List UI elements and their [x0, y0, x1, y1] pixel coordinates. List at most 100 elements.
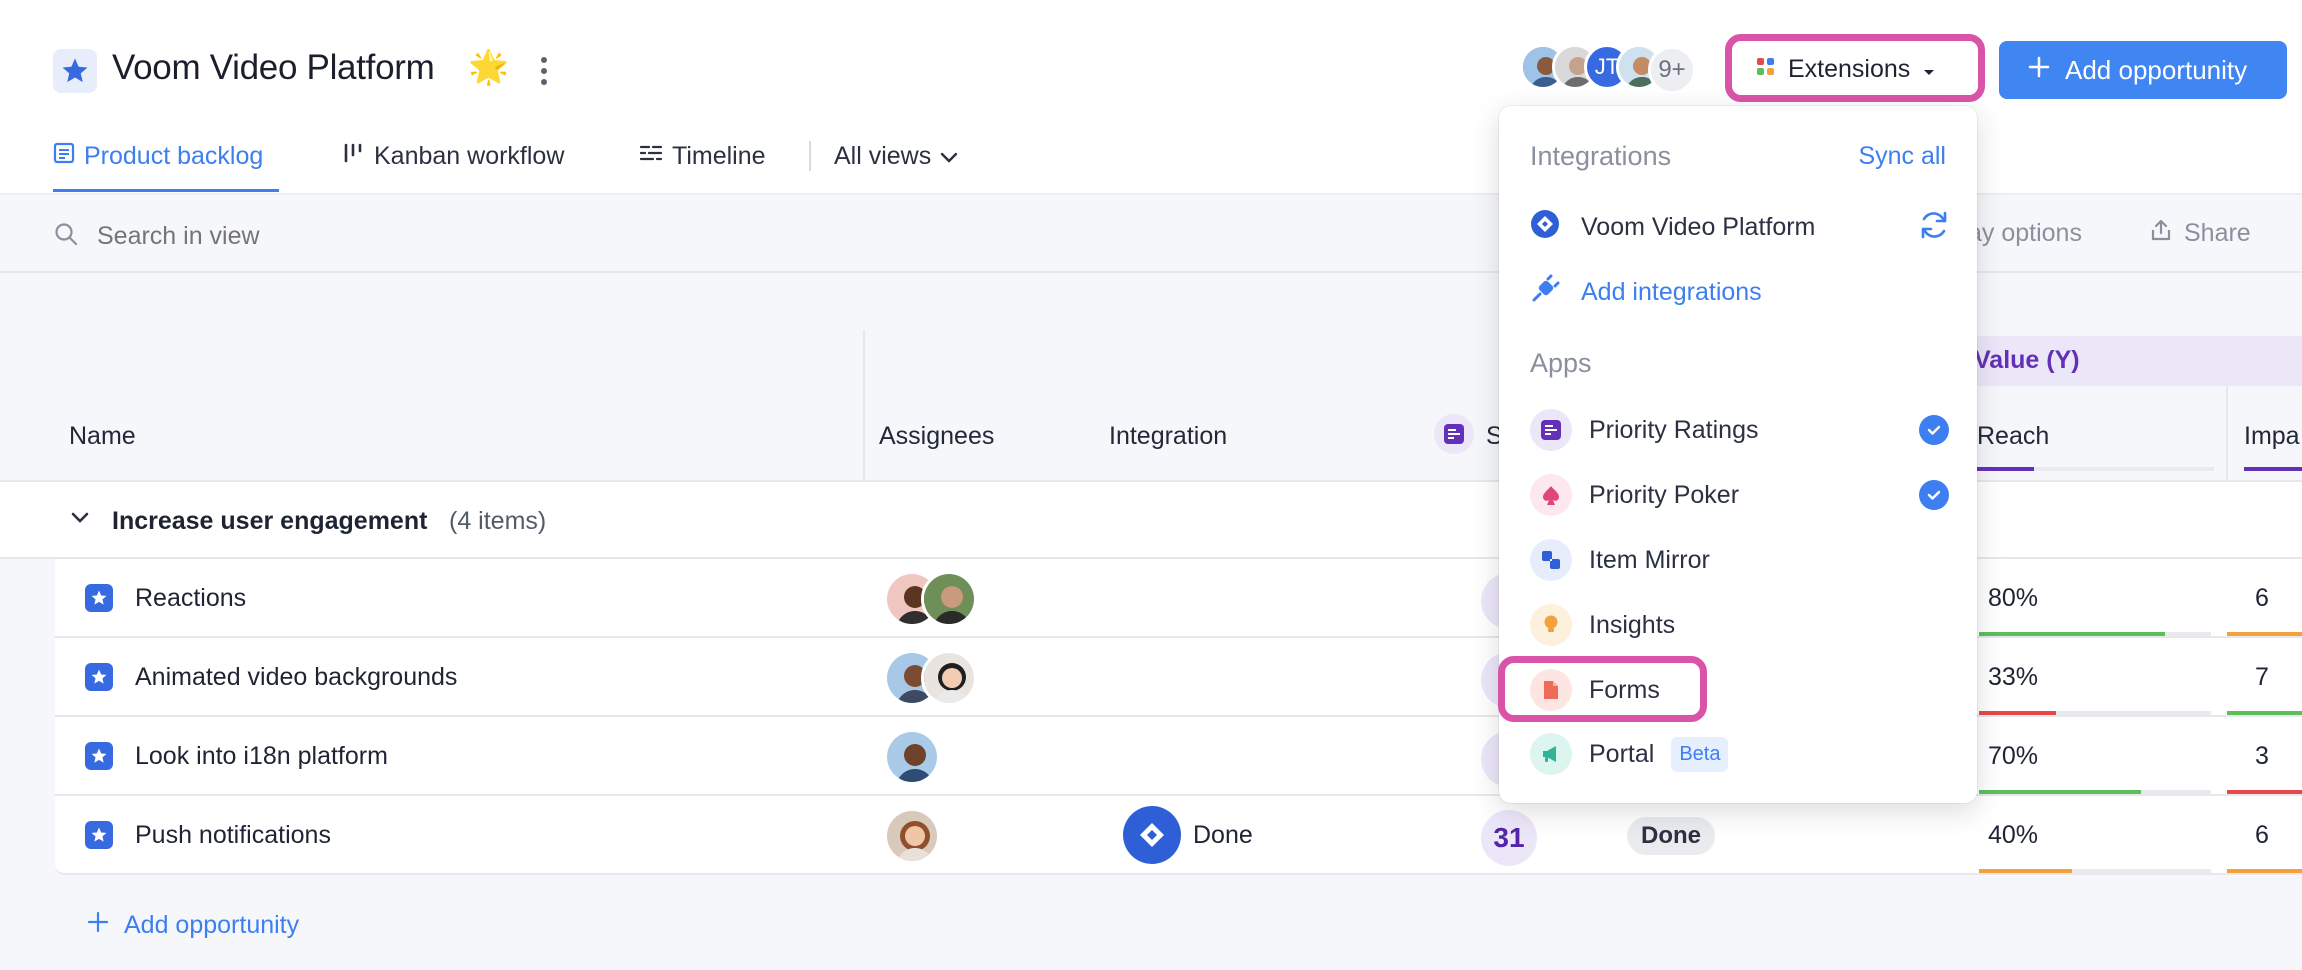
avatar[interactable]	[921, 650, 977, 706]
search-icon	[53, 221, 79, 252]
app-item-item-mirror[interactable]: Item Mirror	[1530, 539, 1710, 581]
row-name[interactable]: Push notifications	[135, 821, 331, 850]
tab-all-views[interactable]: All views	[834, 142, 958, 171]
plug-icon	[1530, 274, 1560, 311]
integration-item[interactable]: Voom Video Platform	[1530, 209, 1815, 246]
impact-bar	[2227, 869, 2302, 873]
app-item-portal[interactable]: Portal Beta	[1530, 733, 1729, 775]
impact-bar	[2227, 790, 2302, 794]
table-icon	[53, 142, 75, 171]
share-icon	[2150, 218, 2172, 249]
group-count: (4 items)	[449, 507, 547, 535]
add-opportunity-link[interactable]: Add opportunity	[86, 910, 299, 941]
star-icon	[85, 821, 113, 849]
add-integrations-label: Add integrations	[1581, 278, 1762, 306]
integrations-heading: Integrations	[1530, 141, 1672, 171]
search-input[interactable]	[97, 218, 597, 254]
sync-all-link[interactable]: Sync all	[1858, 142, 1946, 171]
column-header-name[interactable]: Name	[69, 422, 136, 451]
impact-header-bar	[2244, 467, 2302, 471]
active-tab-indicator	[53, 189, 279, 192]
avatar[interactable]	[884, 729, 940, 785]
add-opportunity-button[interactable]: Add opportunity	[1999, 41, 2287, 99]
app-label: Portal	[1589, 739, 1655, 768]
table-row[interactable]: Push notifications Done 31 Done 40% 6	[55, 796, 2302, 875]
app-item-priority-poker[interactable]: Priority Poker	[1530, 474, 1739, 516]
page-title: Voom Video Platform	[112, 48, 435, 87]
extensions-highlight-ring	[1725, 34, 1985, 102]
add-opportunity-label: Add opportunity	[124, 911, 300, 939]
tab-product-backlog[interactable]: Product backlog	[53, 142, 263, 171]
row-name[interactable]: Animated video backgrounds	[135, 663, 457, 692]
column-header-reach[interactable]: Reach	[1977, 422, 2049, 451]
share-label: Share	[2184, 219, 2251, 247]
timeline-icon	[639, 142, 663, 171]
app-item-insights[interactable]: Insights	[1530, 604, 1675, 646]
tab-timeline[interactable]: Timeline	[639, 142, 766, 171]
reach-value: 80%	[1988, 584, 2039, 612]
reach-header-track	[2034, 467, 2214, 471]
reach-bar	[1979, 632, 2165, 636]
app-root: Voom Video Platform 🌟 JT 9+ Extensions A…	[0, 0, 2302, 970]
plus-icon	[86, 910, 110, 941]
mirror-icon	[1530, 539, 1572, 581]
display-options-button[interactable]: ay options	[1968, 219, 2082, 248]
reach-bar-track	[1979, 711, 2211, 715]
lightbulb-icon	[1530, 604, 1572, 646]
tab-label: Product backlog	[84, 142, 264, 170]
avatar[interactable]	[921, 571, 977, 627]
checkmark-icon	[1919, 480, 1949, 510]
column-header-impact[interactable]: Impa	[2244, 422, 2300, 451]
chevron-down-icon	[940, 142, 958, 171]
glowing-star-emoji: 🌟	[468, 48, 510, 85]
avatar-overflow-count[interactable]: 9+	[1648, 46, 1696, 94]
tab-divider	[809, 141, 811, 171]
reach-bar-track	[1979, 790, 2211, 794]
checkmark-icon	[1919, 415, 1949, 445]
integration-logo-icon	[1123, 806, 1181, 864]
integration-logo-icon	[1530, 209, 1560, 246]
column-header-integration[interactable]: Integration	[1109, 422, 1227, 451]
row-name[interactable]: Look into i18n platform	[135, 742, 388, 771]
reach-bar	[1979, 869, 2072, 873]
app-item-priority-ratings[interactable]: Priority Ratings	[1530, 409, 1759, 451]
megaphone-icon	[1530, 733, 1572, 775]
spade-icon	[1530, 474, 1572, 516]
kanban-icon	[343, 142, 365, 171]
score-badge: 31	[1481, 810, 1537, 866]
impact-value: 6	[2255, 584, 2269, 612]
column-header-assignees[interactable]: Assignees	[879, 422, 994, 451]
group-title: Increase user engagement	[112, 507, 428, 535]
integration-name: Voom Video Platform	[1581, 213, 1816, 241]
status-badge[interactable]: Done	[1627, 817, 1715, 855]
beta-badge: Beta	[1671, 736, 1729, 772]
add-integrations-link[interactable]: Add integrations	[1530, 274, 1762, 311]
star-icon	[85, 742, 113, 770]
reach-header-bar	[1977, 467, 2034, 471]
reach-value: 70%	[1988, 742, 2039, 770]
reach-value: 33%	[1988, 663, 2039, 691]
impact-value: 6	[2255, 821, 2269, 849]
plus-icon	[2027, 55, 2051, 86]
reach-value: 40%	[1988, 821, 2039, 849]
apps-heading: Apps	[1530, 348, 1592, 378]
priority-ratings-icon	[1530, 409, 1572, 451]
tab-kanban-workflow[interactable]: Kanban workflow	[343, 142, 564, 171]
value-y-group-header: Value (Y)	[1962, 336, 2302, 386]
more-options-icon[interactable]	[530, 52, 558, 90]
impact-bar	[2227, 711, 2302, 715]
star-icon	[85, 663, 113, 691]
avatar[interactable]	[884, 808, 940, 864]
forms-highlight-ring	[1498, 656, 1707, 722]
share-button[interactable]: Share	[2150, 218, 2251, 249]
star-icon	[53, 49, 97, 93]
row-name[interactable]: Reactions	[135, 584, 246, 613]
reach-bar	[1979, 711, 2056, 715]
app-label: Priority Poker	[1589, 480, 1740, 509]
chevron-down-icon[interactable]	[70, 510, 90, 531]
star-icon	[85, 584, 113, 612]
sync-icon[interactable]	[1917, 208, 1951, 247]
reach-bar-track	[1979, 632, 2211, 636]
tab-label: All views	[834, 142, 932, 170]
reach-bar-track	[1979, 869, 2211, 873]
